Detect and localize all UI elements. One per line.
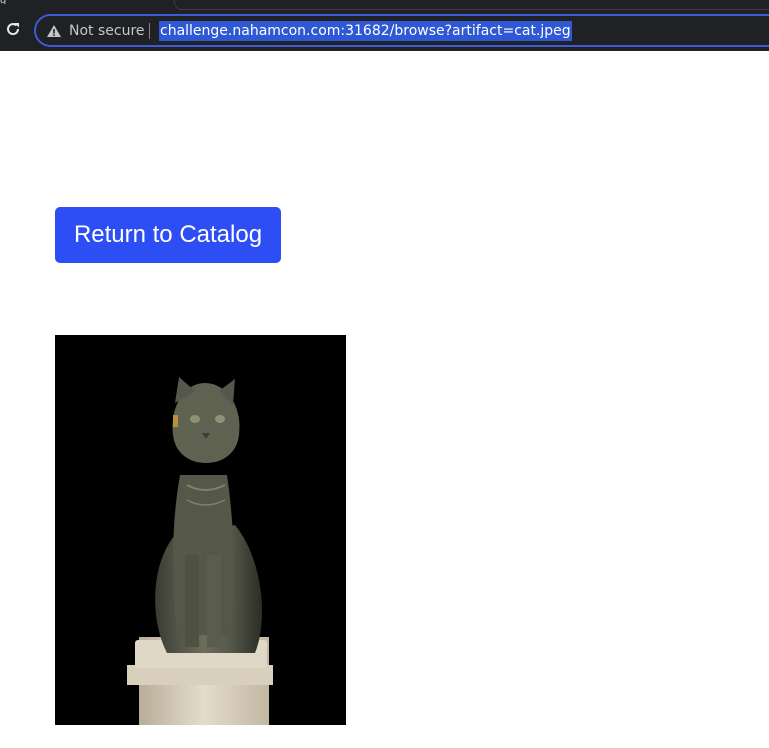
return-to-catalog-button[interactable]: Return to Catalog [55, 207, 281, 263]
not-secure-label[interactable]: Not secure [69, 21, 145, 41]
tab-title-fragment[interactable]: g [0, 0, 10, 4]
page-content: Return to Catalog [0, 51, 769, 748]
address-bar[interactable]: Not secure challenge.nahamcon.com:31682/… [34, 14, 769, 47]
omnibox-divider [149, 23, 150, 39]
tab-strip: g [0, 0, 769, 10]
artifact-image [55, 335, 346, 725]
browser-toolbar: g Not secure challenge.nahamcon.com:3168… [0, 0, 769, 51]
reload-icon [7, 23, 20, 36]
url-text[interactable]: challenge.nahamcon.com:31682/browse?arti… [159, 21, 572, 41]
warning-triangle-icon[interactable] [46, 23, 62, 39]
reload-button[interactable] [4, 20, 22, 38]
active-tab[interactable] [174, 0, 769, 10]
cat-statue-illustration [55, 335, 346, 725]
